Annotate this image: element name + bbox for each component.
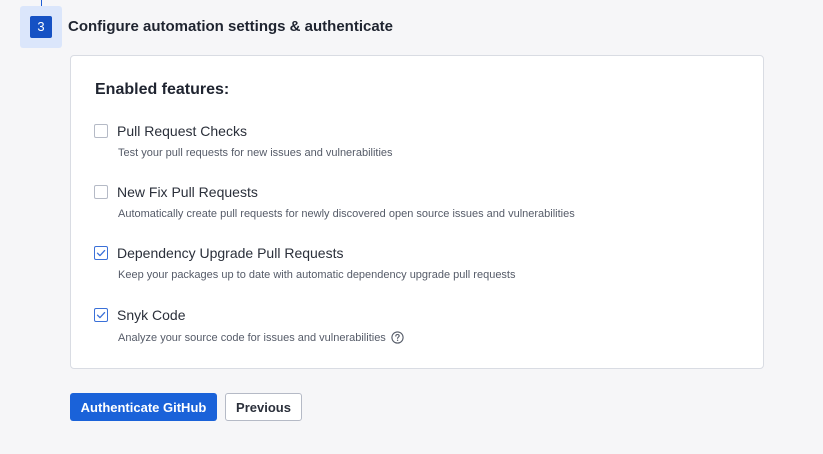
feature-description: Test your pull requests for new issues a… bbox=[118, 147, 734, 159]
feature-description: Analyze your source code for issues and … bbox=[118, 331, 734, 344]
authenticate-github-button[interactable]: Authenticate GitHub bbox=[70, 393, 217, 421]
feature-description-text: Analyze your source code for issues and … bbox=[118, 331, 386, 344]
dependency-upgrade-pull-requests-checkbox[interactable] bbox=[94, 246, 108, 260]
step-title: Configure automation settings & authenti… bbox=[68, 18, 394, 35]
feature-description-text: Automatically create pull requests for n… bbox=[118, 208, 575, 220]
step-number: 3 bbox=[30, 16, 52, 38]
previous-button[interactable]: Previous bbox=[225, 393, 302, 421]
feature-description: Automatically create pull requests for n… bbox=[118, 208, 734, 220]
checkmark-icon bbox=[96, 249, 106, 257]
snyk-code-checkbox[interactable] bbox=[94, 308, 108, 322]
feature-pull-request-checks: Pull Request Checks Test your pull reque… bbox=[94, 120, 734, 159]
pull-request-checks-checkbox[interactable] bbox=[94, 124, 108, 138]
feature-description-text: Test your pull requests for new issues a… bbox=[118, 147, 393, 159]
feature-label: Dependency Upgrade Pull Requests bbox=[117, 245, 344, 261]
feature-label: Pull Request Checks bbox=[117, 123, 247, 139]
features-heading: Enabled features: bbox=[95, 81, 230, 98]
features-card: Enabled features: Pull Request Checks Te… bbox=[70, 55, 764, 369]
feature-snyk-code: Snyk Code Analyze your source code for i… bbox=[94, 304, 734, 344]
feature-description-text: Keep your packages up to date with autom… bbox=[118, 269, 516, 281]
feature-label: New Fix Pull Requests bbox=[117, 184, 258, 200]
step-badge: 3 bbox=[20, 6, 62, 48]
feature-dependency-upgrade-pull-requests: Dependency Upgrade Pull Requests Keep yo… bbox=[94, 242, 734, 281]
feature-description: Keep your packages up to date with autom… bbox=[118, 269, 734, 281]
feature-new-fix-pull-requests: New Fix Pull Requests Automatically crea… bbox=[94, 181, 734, 220]
feature-label: Snyk Code bbox=[117, 307, 186, 323]
help-icon[interactable] bbox=[391, 331, 404, 344]
new-fix-pull-requests-checkbox[interactable] bbox=[94, 185, 108, 199]
checkmark-icon bbox=[96, 311, 106, 319]
